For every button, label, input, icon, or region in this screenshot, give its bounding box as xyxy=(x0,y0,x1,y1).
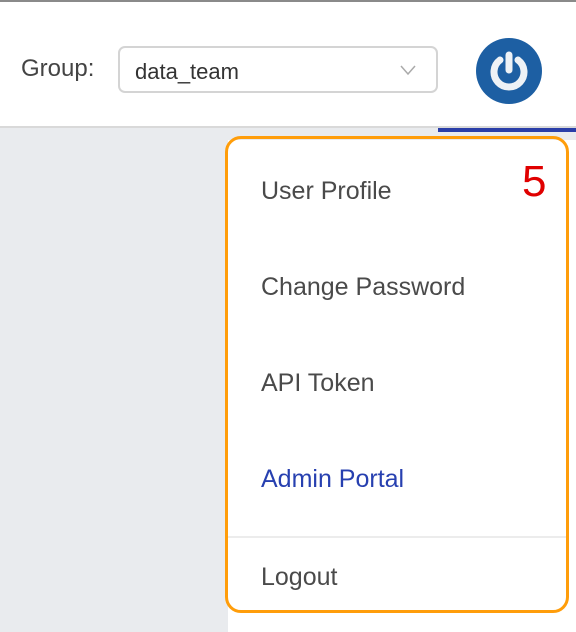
chevron-down-icon xyxy=(400,65,416,76)
user-avatar-button[interactable] xyxy=(476,38,542,104)
active-indicator xyxy=(438,128,576,132)
group-select[interactable]: data_team xyxy=(118,46,438,93)
group-select-value: data_team xyxy=(135,59,239,84)
group-label: Group: xyxy=(21,55,95,82)
header-bar: Group: data_team xyxy=(0,2,576,128)
annotation-number: 5 xyxy=(522,157,547,206)
power-icon xyxy=(490,51,528,91)
highlight-box xyxy=(225,136,569,613)
